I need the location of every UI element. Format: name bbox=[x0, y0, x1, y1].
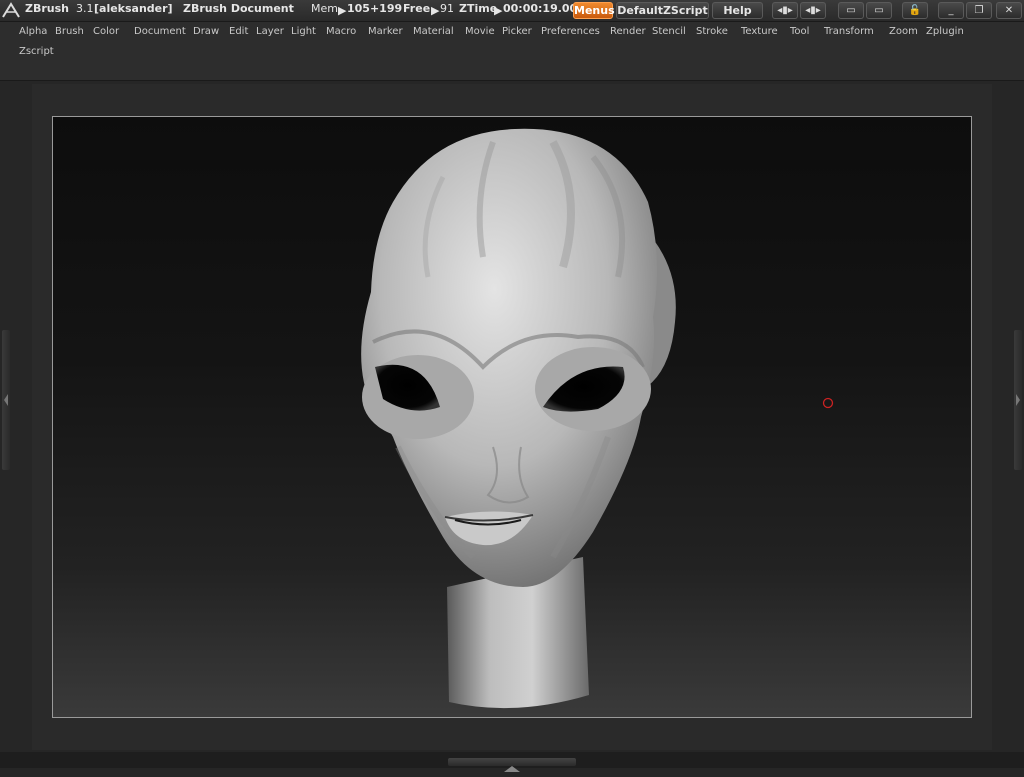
menu-document[interactable]: Document bbox=[134, 26, 186, 37]
chevron-up-icon bbox=[504, 766, 520, 772]
ztime-label: ZTime bbox=[459, 2, 498, 15]
mem-arrow-icon: ▶ bbox=[338, 4, 347, 17]
menu-draw[interactable]: Draw bbox=[193, 26, 219, 37]
title-bar: ZBrush 3.1 [aleksander] ZBrush Document … bbox=[0, 0, 1024, 22]
close-icon[interactable]: ✕ bbox=[996, 2, 1022, 19]
menu-zscript[interactable]: Zscript bbox=[19, 46, 54, 57]
menu-preferences[interactable]: Preferences bbox=[541, 26, 600, 37]
document-label: ZBrush Document bbox=[183, 2, 294, 15]
app-version: 3.1 bbox=[76, 2, 94, 15]
menu-transform[interactable]: Transform bbox=[824, 26, 874, 37]
menu-brush[interactable]: Brush bbox=[55, 26, 84, 37]
layout-alt-icon[interactable]: ▭ bbox=[866, 2, 892, 19]
menu-macro[interactable]: Macro bbox=[326, 26, 356, 37]
alien-head-model bbox=[361, 128, 657, 587]
app-user: [aleksander] bbox=[94, 2, 173, 15]
menu-material[interactable]: Material bbox=[413, 26, 454, 37]
ztime-value: 00:00:19.00 bbox=[503, 2, 578, 15]
menu-color[interactable]: Color bbox=[93, 26, 119, 37]
mem-value: 105+199 bbox=[347, 2, 403, 15]
lock-icon[interactable]: 🔓 bbox=[902, 2, 928, 19]
help-button[interactable]: Help bbox=[712, 2, 763, 19]
chevron-left-icon bbox=[4, 394, 8, 406]
menu-tool[interactable]: Tool bbox=[790, 26, 809, 37]
menus-button[interactable]: Menus bbox=[573, 2, 615, 19]
sculpt-viewport[interactable] bbox=[53, 117, 971, 717]
chevron-right-icon bbox=[1016, 394, 1020, 406]
menu-alpha[interactable]: Alpha bbox=[19, 26, 47, 37]
brush-cursor-icon bbox=[822, 397, 834, 409]
menu-zoom[interactable]: Zoom bbox=[889, 26, 918, 37]
app-name: ZBrush bbox=[25, 2, 69, 15]
free-arrow-icon: ▶ bbox=[431, 4, 440, 17]
menu-movie[interactable]: Movie bbox=[465, 26, 495, 37]
restore-icon[interactable]: ❐ bbox=[966, 2, 992, 19]
minimize-icon[interactable]: _ bbox=[938, 2, 964, 19]
menu-render[interactable]: Render bbox=[610, 26, 646, 37]
ztime-arrow-icon: ▶ bbox=[494, 4, 503, 17]
menu-light[interactable]: Light bbox=[291, 26, 316, 37]
menu-stencil[interactable]: Stencil bbox=[652, 26, 686, 37]
shrink-left-icon[interactable]: ◂▮▸ bbox=[772, 2, 798, 19]
menu-stroke[interactable]: Stroke bbox=[696, 26, 728, 37]
menu-marker[interactable]: Marker bbox=[368, 26, 403, 37]
menu-zplugin[interactable]: Zplugin bbox=[926, 26, 964, 37]
bottom-tray-handle[interactable] bbox=[448, 758, 576, 772]
menu-layer[interactable]: Layer bbox=[256, 26, 284, 37]
expand-left-icon[interactable]: ◂▮▸ bbox=[800, 2, 826, 19]
mem-label: Mem bbox=[311, 2, 338, 15]
right-tray-handle[interactable] bbox=[1014, 330, 1022, 470]
free-label: Free bbox=[403, 2, 431, 15]
document-canvas[interactable] bbox=[52, 116, 972, 718]
menu-picker[interactable]: Picker bbox=[502, 26, 532, 37]
menu-edit[interactable]: Edit bbox=[229, 26, 248, 37]
menu-bar: Alpha Brush Color Document Draw Edit Lay… bbox=[0, 22, 1024, 81]
layout-icon[interactable]: ▭ bbox=[838, 2, 864, 19]
zbrush-logo-icon bbox=[2, 2, 20, 18]
default-zscript-button[interactable]: DefaultZScript bbox=[616, 2, 709, 19]
left-tray-handle[interactable] bbox=[2, 330, 10, 470]
menu-texture[interactable]: Texture bbox=[741, 26, 778, 37]
free-value: 91 bbox=[440, 2, 454, 15]
